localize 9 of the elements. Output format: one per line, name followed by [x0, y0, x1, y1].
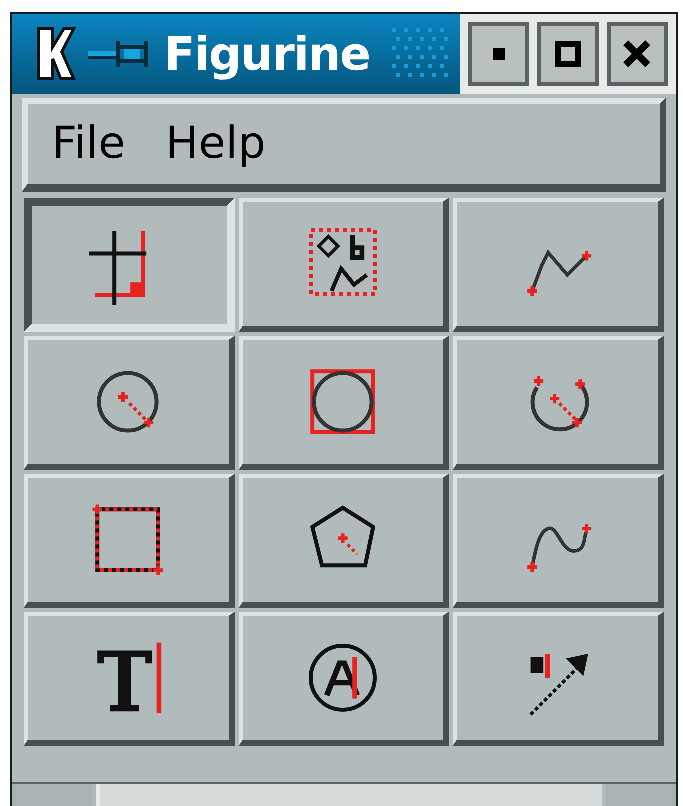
- maximize-button[interactable]: [537, 22, 599, 86]
- menu-item[interactable]: File: [52, 111, 126, 177]
- maximize-icon: [552, 39, 583, 69]
- minimize-button[interactable]: [468, 22, 530, 86]
- tool-button[interactable]: [24, 198, 235, 332]
- close-icon: [622, 39, 652, 69]
- close-button[interactable]: [606, 22, 668, 86]
- k-logo-icon: [36, 26, 76, 82]
- menu-item[interactable]: Help: [166, 111, 266, 177]
